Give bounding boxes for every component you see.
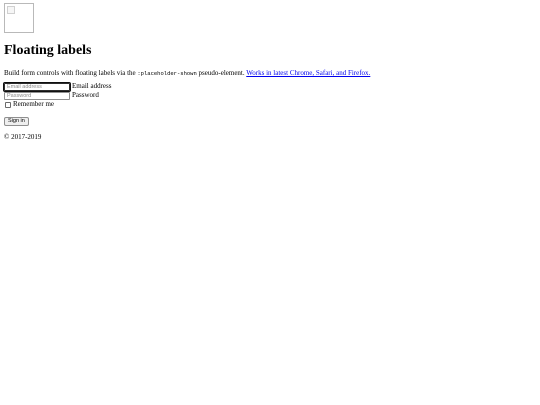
lead-text-before: Build form controls with floating labels…	[4, 69, 138, 77]
remember-me-label[interactable]: Remember me	[13, 100, 54, 109]
broken-image-icon	[7, 6, 15, 14]
lead-code: :placeholder-shown	[137, 70, 197, 77]
password-row: Password	[4, 91, 536, 100]
browser-support-link[interactable]: Works in latest Chrome, Safari, and Fire…	[246, 69, 370, 77]
remember-me-checkbox[interactable]	[5, 101, 11, 108]
logo-image	[4, 3, 34, 33]
email-input[interactable]	[3, 81, 71, 92]
lead-text-after: pseudo-element.	[196, 69, 247, 77]
sign-in-form: Email address Password Remember me Sign …	[3, 81, 536, 127]
lead-paragraph: Build form controls with floating labels…	[4, 69, 536, 78]
remember-row: Remember me	[4, 100, 536, 109]
email-row: Email address	[3, 81, 536, 92]
password-label: Password	[72, 91, 99, 99]
page: Floating labels Build form controls with…	[0, 0, 540, 405]
email-label: Email address	[72, 82, 112, 90]
page-title: Floating labels	[4, 43, 92, 58]
copyright-footer: © 2017-2019	[4, 133, 42, 141]
password-input[interactable]	[4, 91, 70, 100]
sign-in-button[interactable]: Sign in	[4, 117, 29, 126]
